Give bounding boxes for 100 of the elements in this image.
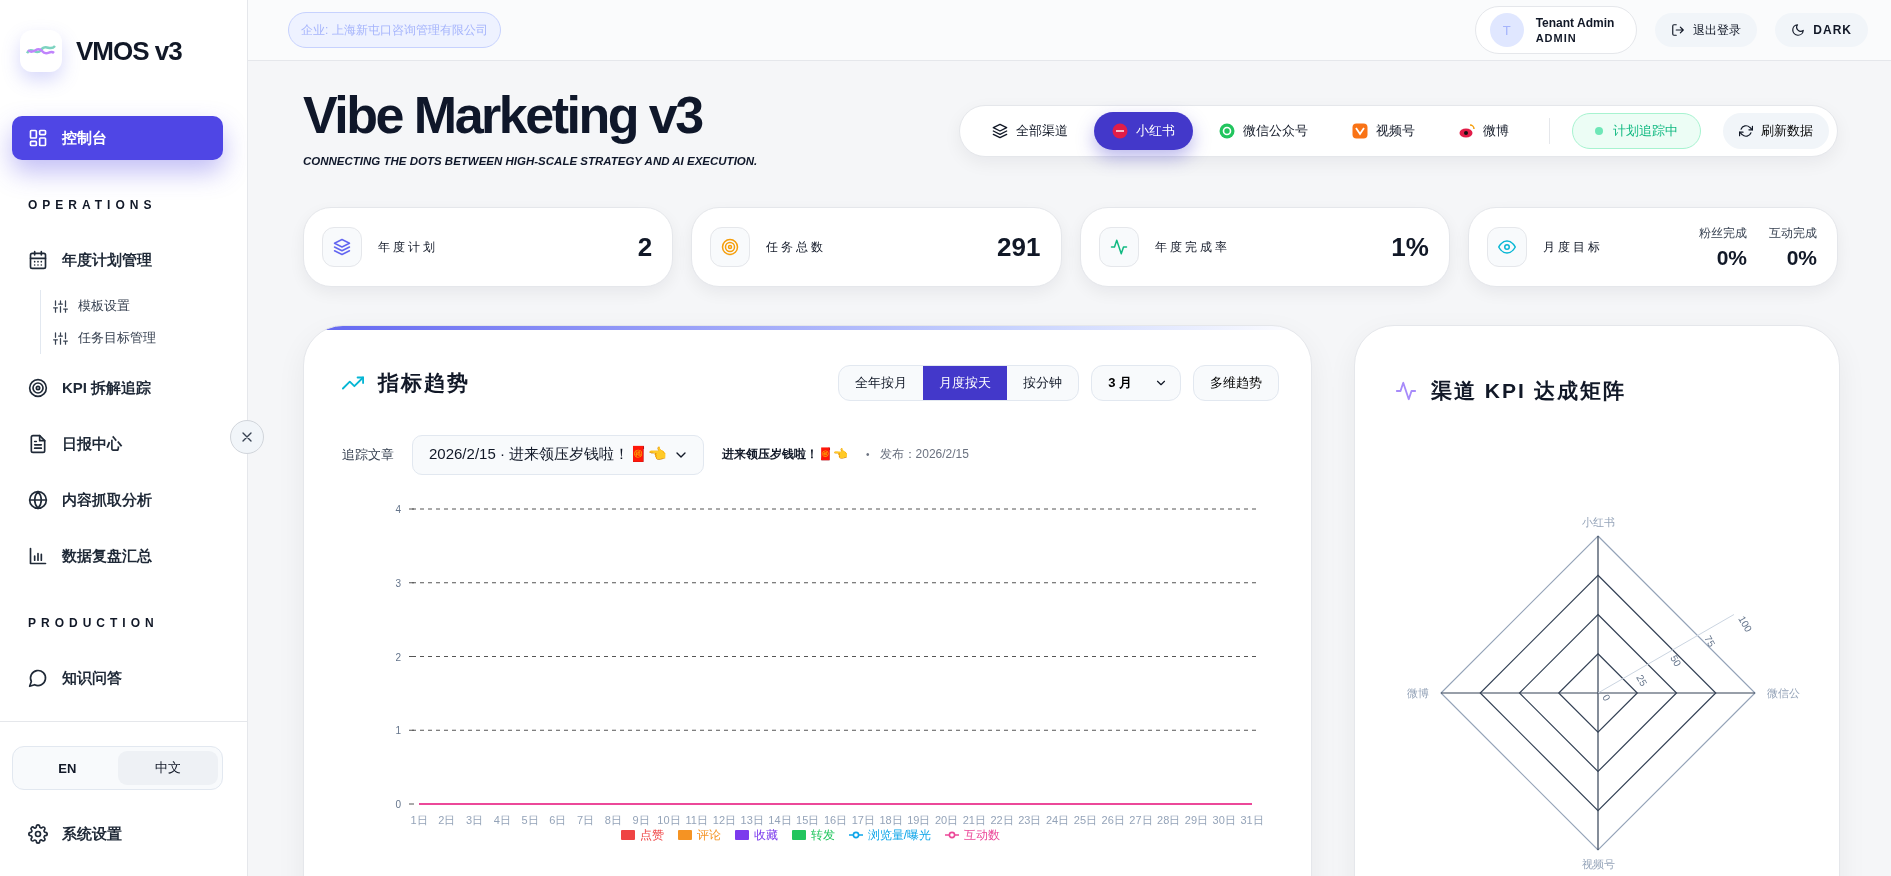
axis-tick-label: 31日 xyxy=(1240,813,1264,826)
stat-label: 粉丝完成 xyxy=(1699,224,1747,242)
channel-tab[interactable]: 微信公众号 xyxy=(1201,112,1326,150)
axis-tick-label: 7日 xyxy=(577,813,595,826)
axis-tick-label: 22日 xyxy=(990,813,1014,826)
page-subtitle: CONNECTING THE DOTS BETWEEN HIGH-SCALE STRATEGY AND AI EXECUTION. xyxy=(303,155,758,167)
refresh-icon xyxy=(1739,124,1753,138)
channel-tab[interactable]: 微博 xyxy=(1441,112,1527,150)
axis-tick-label: 21日 xyxy=(962,813,986,826)
theme-button[interactable]: DARK xyxy=(1775,13,1868,47)
axis-tick-label: 25 xyxy=(1634,672,1650,688)
axis-tick-label: 24日 xyxy=(1046,813,1070,826)
channel-tab[interactable]: 视频号 xyxy=(1334,112,1433,150)
view-option[interactable]: 月度按天 xyxy=(923,366,1008,401)
status-text: 计划追踪中 xyxy=(1613,122,1678,140)
layers-icon xyxy=(992,123,1008,139)
globe-icon xyxy=(28,490,48,510)
axis-tick-label: 9日 xyxy=(632,813,650,826)
axis-tick-label: 13日 xyxy=(740,813,764,826)
month-select[interactable]: 3 月 xyxy=(1091,365,1181,402)
card-title: 渠道 KPI 达成矩阵 xyxy=(1431,378,1626,405)
pulse-icon xyxy=(1395,380,1417,403)
nav-item[interactable]: KPI 拆解追踪 xyxy=(12,366,223,410)
axis-tick-label: 14日 xyxy=(768,813,792,826)
stat-label: 互动完成 xyxy=(1769,224,1817,242)
axis-tick-label: 12日 xyxy=(712,813,737,826)
legend-label: 转发 xyxy=(810,826,835,844)
avatar: T xyxy=(1489,13,1524,47)
axis-tick-label: 6日 xyxy=(549,813,567,826)
nav-item[interactable]: 系统设置 xyxy=(12,812,223,856)
axis-tick-label: 27日 xyxy=(1129,813,1153,826)
axis-tick-label: 19日 xyxy=(907,813,931,826)
language-option[interactable]: EN xyxy=(17,751,118,785)
view-option[interactable]: 全年按月 xyxy=(839,366,924,401)
user-chip[interactable]: T Tenant Admin ADMIN xyxy=(1474,6,1638,54)
language-option[interactable]: 中文 xyxy=(117,751,218,785)
channel-tab[interactable]: 小红书 xyxy=(1094,112,1193,150)
pulse-icon xyxy=(1109,238,1128,256)
axis-tick-label: 8日 xyxy=(604,813,622,826)
article-select[interactable]: 2026/2/15 · 进来领压岁钱啦！🧧👈 xyxy=(412,434,705,475)
nav-item[interactable]: 数据复盘汇总 xyxy=(12,534,223,578)
nav-item[interactable]: 控制台 xyxy=(12,116,223,160)
axis-tick-label: 17日 xyxy=(851,813,875,826)
axis-tick-label: 3 xyxy=(395,577,401,589)
calendar-icon xyxy=(28,250,48,270)
nav-item[interactable]: 日报中心 xyxy=(12,422,223,466)
chat-logo-icon xyxy=(1219,123,1235,139)
axis-tick-label: 2 xyxy=(395,651,401,663)
axis-tick-label: 29日 xyxy=(1184,813,1209,826)
stat-value: 0% xyxy=(1786,245,1817,270)
refresh-button[interactable]: 刷新数据 xyxy=(1723,113,1829,149)
user-role: ADMIN xyxy=(1535,32,1578,44)
section-heading: OPERATIONS xyxy=(27,198,158,212)
stat-label: 年度计划 xyxy=(378,238,438,256)
axis-tick-label: 23日 xyxy=(1018,813,1042,826)
axis-tick-label: 28日 xyxy=(1157,813,1181,826)
axis-tick-label: 20日 xyxy=(934,813,959,826)
axis-tick-label: 50 xyxy=(1668,653,1684,669)
user-name: Tenant Admin xyxy=(1535,16,1615,30)
section-heading: PRODUCTION xyxy=(27,616,160,630)
legend-label: 收藏 xyxy=(753,826,778,844)
target-icon xyxy=(721,238,740,256)
stat-value: 0% xyxy=(1716,245,1747,270)
nav-item[interactable]: 年度计划管理 xyxy=(12,238,223,282)
settings-icon xyxy=(28,824,48,844)
axis-tick-label: 2日 xyxy=(438,813,456,826)
publish-date: 发布：2026/2/15 xyxy=(879,446,969,464)
stat-value: 2 xyxy=(637,231,653,263)
logout-icon xyxy=(1671,23,1686,37)
sliders-icon xyxy=(53,298,68,314)
axis-label: 微信公 xyxy=(1767,686,1800,699)
axis-tick-label: 5日 xyxy=(521,813,539,826)
channel-tab[interactable]: 全部渠道 xyxy=(974,112,1086,150)
axis-tick-label: 16日 xyxy=(823,813,848,826)
axis-tick-label: 1日 xyxy=(410,813,428,826)
stat-label: 任务总数 xyxy=(766,238,827,256)
axis-label: 微博 xyxy=(1407,686,1429,699)
legend-label: 互动数 xyxy=(964,826,1001,844)
eye-logo-icon xyxy=(1459,123,1475,139)
axis-tick-label: 11日 xyxy=(685,813,708,826)
axis-tick-label: 0 xyxy=(395,798,401,810)
collapse-button[interactable] xyxy=(230,420,264,454)
card-title: 指标趋势 xyxy=(378,370,470,397)
logout-button[interactable]: 退出登录 xyxy=(1655,13,1758,47)
channel-logo-icon xyxy=(1112,123,1128,139)
eye-icon xyxy=(1497,238,1516,256)
separator-dot: • xyxy=(866,449,870,461)
axis-tick-label: 4 xyxy=(395,503,401,515)
nav-subitem[interactable]: 模板设置 xyxy=(53,290,223,322)
nav-item[interactable]: 知识问答 xyxy=(12,656,223,700)
nav-subitem[interactable]: 任务目标管理 xyxy=(53,322,223,354)
stat-label: 月度目标 xyxy=(1542,238,1603,256)
view-option[interactable]: 按分钟 xyxy=(1007,366,1079,401)
document-icon xyxy=(28,434,48,454)
axis-tick-label: 26日 xyxy=(1101,813,1125,826)
stat-label: 年度完成率 xyxy=(1154,238,1230,256)
nav-item[interactable]: 内容抓取分析 xyxy=(12,478,223,522)
legend-label: 点赞 xyxy=(639,826,664,844)
axis-label: 视频号 xyxy=(1581,857,1615,870)
multi-trend-button[interactable]: 多维趋势 xyxy=(1193,365,1279,402)
